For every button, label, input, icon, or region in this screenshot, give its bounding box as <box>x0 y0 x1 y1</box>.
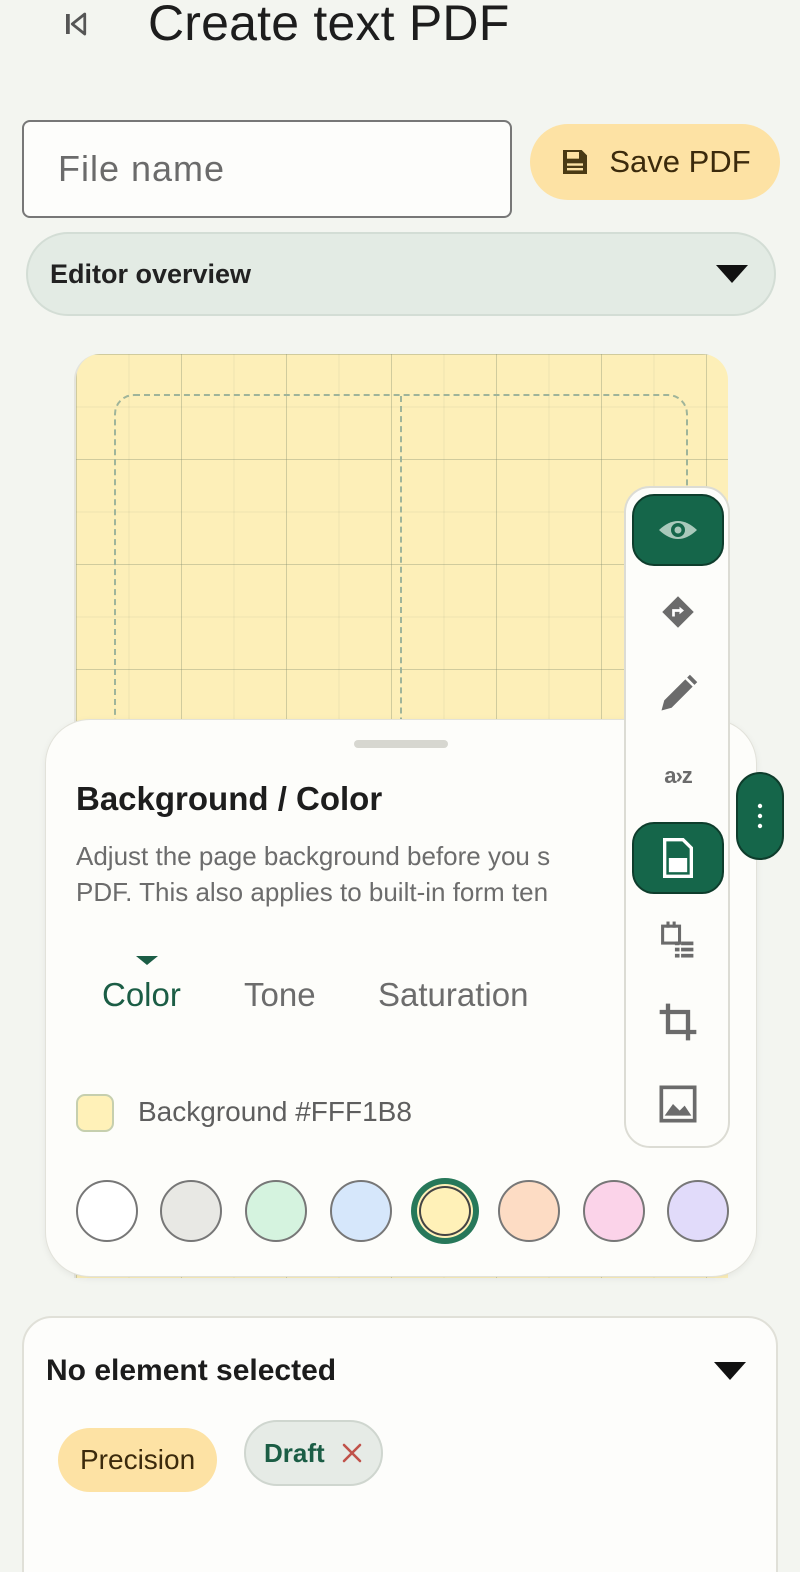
color-swatch-lavender[interactable] <box>667 1180 729 1242</box>
sheet-title: Background / Color <box>76 780 383 817</box>
calendar-list-icon <box>661 921 694 958</box>
background-value-label: Background #FFF1B8 <box>138 1096 412 1127</box>
page-icon <box>663 838 693 878</box>
more-vertical-icon <box>757 803 763 829</box>
sheet-description-line-2: PDF. This also applies to built-in form … <box>76 877 549 907</box>
image-icon <box>659 1085 697 1123</box>
current-background-swatch <box>76 1094 114 1132</box>
tool-image[interactable] <box>632 1068 724 1140</box>
color-swatch-yellow-selected[interactable] <box>411 1178 479 1244</box>
element-panel-dropdown-icon[interactable] <box>712 1360 748 1382</box>
color-swatch-blue[interactable] <box>330 1180 392 1242</box>
file-name-input[interactable] <box>22 120 512 218</box>
dropdown-arrow-icon <box>716 265 748 283</box>
back-button[interactable] <box>56 4 96 44</box>
save-pdf-button[interactable]: Save PDF <box>530 124 780 200</box>
tab-color[interactable]: Color <box>102 976 181 1014</box>
tool-layout[interactable] <box>632 904 724 976</box>
color-swatch-pink[interactable] <box>583 1180 645 1242</box>
tool-crop[interactable] <box>632 986 724 1058</box>
sheet-description-line-1: Adjust the page background before you s <box>76 841 551 871</box>
more-options-button[interactable] <box>736 772 784 860</box>
close-icon[interactable] <box>341 1442 363 1464</box>
element-panel: No element selected Precision Draft <box>22 1316 778 1572</box>
editor-overview-label: Editor overview <box>50 258 252 289</box>
color-swatch-gray[interactable] <box>160 1180 222 1242</box>
tool-rail: a›z <box>624 486 730 1148</box>
pencil-icon <box>661 674 698 711</box>
precision-chip-label: Precision <box>80 1444 196 1475</box>
turn-right-icon <box>662 596 694 628</box>
color-swatch-peach[interactable] <box>498 1180 560 1242</box>
color-swatch-green[interactable] <box>245 1180 307 1242</box>
save-pdf-label: Save PDF <box>609 144 751 179</box>
page-title: Create text PDF <box>148 0 510 51</box>
element-panel-title: No element selected <box>46 1354 337 1387</box>
tool-sort[interactable]: a›z <box>632 740 724 812</box>
first-page-icon <box>66 12 87 36</box>
tool-direction[interactable] <box>632 576 724 648</box>
active-tab-indicator <box>136 956 158 965</box>
tool-draw[interactable] <box>632 658 724 730</box>
draft-chip-label: Draft <box>264 1437 325 1468</box>
sheet-drag-handle[interactable] <box>354 740 448 748</box>
tab-tone[interactable]: Tone <box>244 976 316 1014</box>
save-icon <box>563 150 588 174</box>
sheet-description: Adjust the page background before you s … <box>76 838 636 910</box>
tool-preview[interactable] <box>632 494 724 566</box>
tab-saturation[interactable]: Saturation <box>378 976 528 1014</box>
color-swatch-white[interactable] <box>76 1180 138 1242</box>
crop-icon <box>659 1003 697 1041</box>
draft-chip[interactable]: Draft <box>244 1420 383 1486</box>
a-to-z-icon: a›z <box>664 763 693 788</box>
tool-page-background[interactable] <box>632 822 724 894</box>
precision-chip[interactable]: Precision <box>58 1428 218 1492</box>
editor-overview-dropdown[interactable]: Editor overview <box>26 232 776 316</box>
eye-icon <box>659 521 697 539</box>
